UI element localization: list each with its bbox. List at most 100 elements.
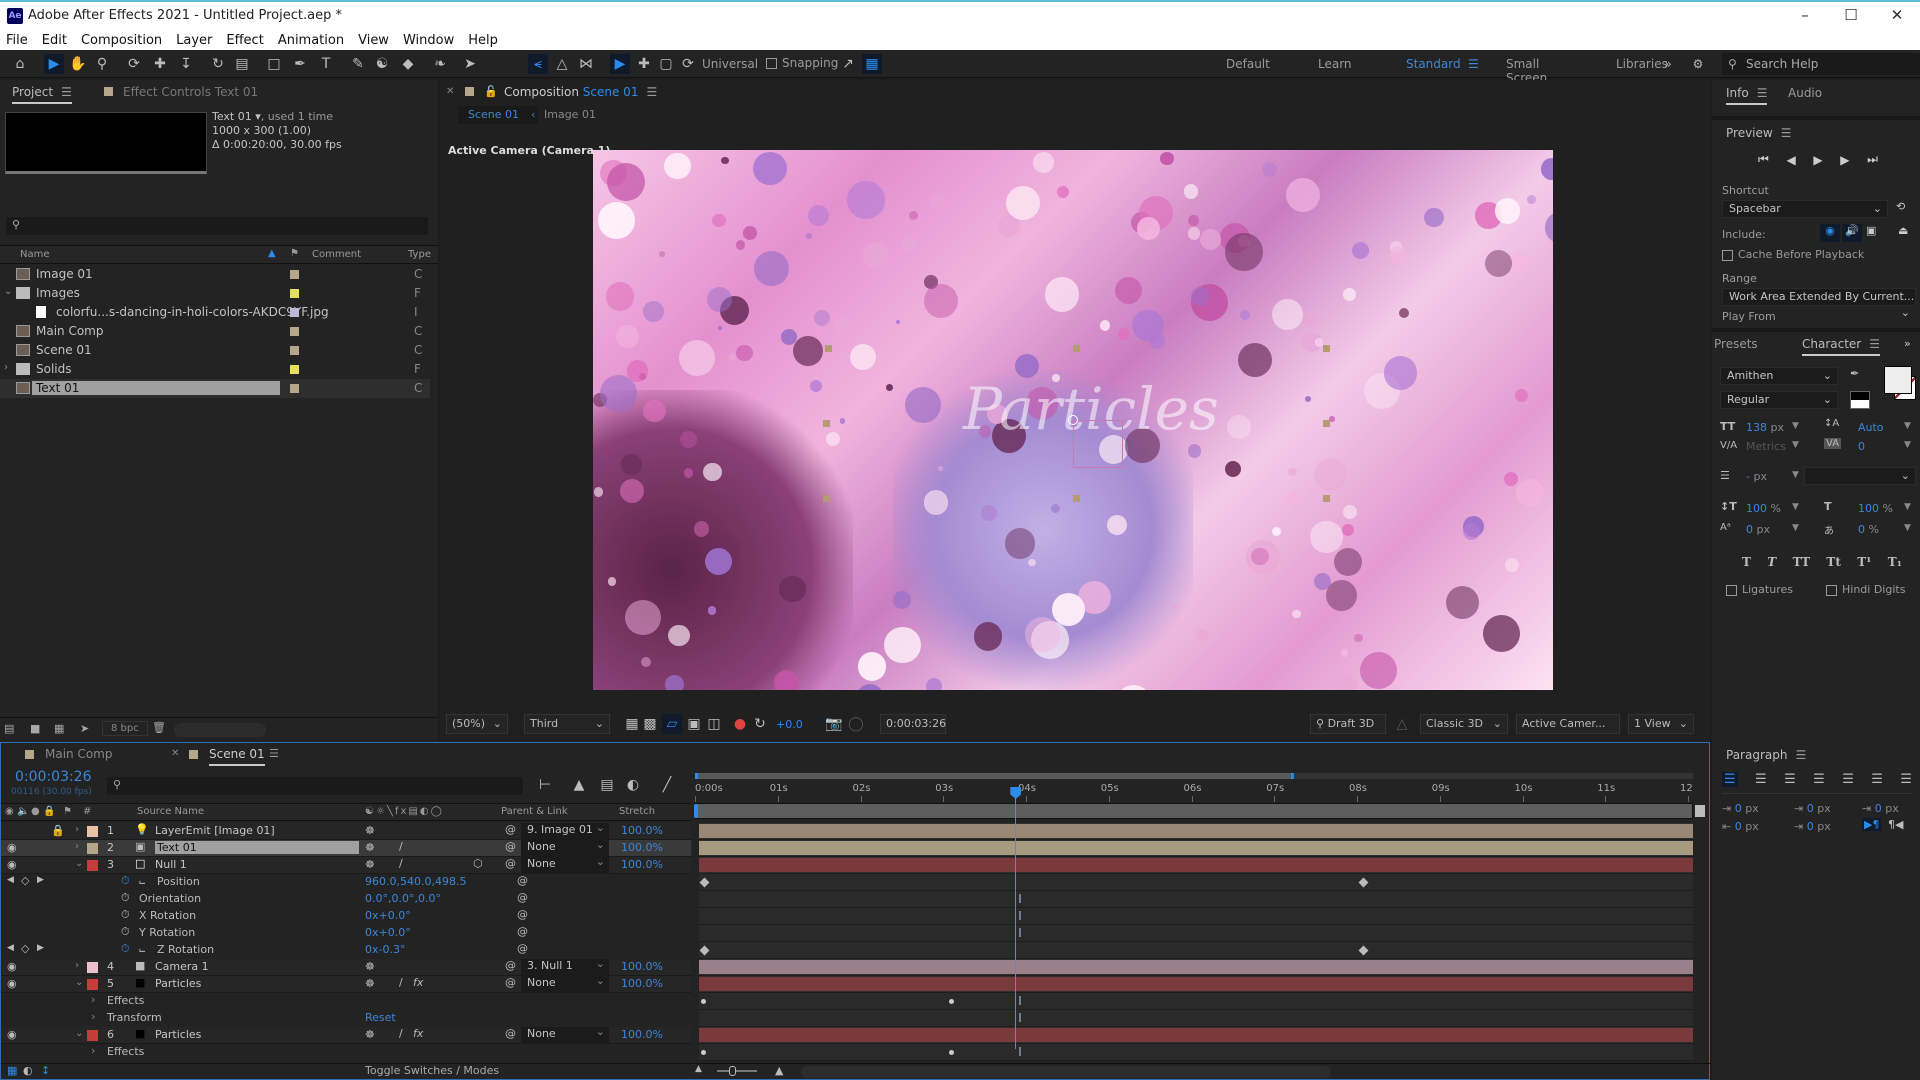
previous-frame-icon[interactable]: ◀ bbox=[1786, 153, 1795, 167]
label-swatch[interactable] bbox=[290, 384, 299, 393]
tab-info[interactable]: Info ☰ bbox=[1726, 86, 1768, 105]
menu-layer[interactable]: Layer bbox=[176, 33, 212, 48]
roto-brush-icon[interactable]: ❧ bbox=[430, 54, 450, 74]
font-size-dropdown-icon[interactable]: ▼ bbox=[1792, 421, 1799, 431]
kerning-value[interactable]: Metrics bbox=[1746, 440, 1786, 453]
stretch-column[interactable]: Stretch bbox=[619, 806, 655, 817]
timeline-zoom-slider[interactable] bbox=[717, 1066, 757, 1076]
chevron-right-icon[interactable]: › bbox=[4, 362, 8, 373]
in-out-pane-icon[interactable]: ↕ bbox=[41, 1064, 50, 1077]
font-style-button[interactable]: T bbox=[1767, 555, 1776, 569]
project-item[interactable]: › Solids F bbox=[0, 360, 430, 379]
universal-select-icon[interactable]: ▶ bbox=[610, 54, 630, 74]
last-frame-icon[interactable]: ⏭ bbox=[1867, 152, 1878, 167]
orbit-tool-icon[interactable]: ⟳ bbox=[124, 54, 144, 74]
breadcrumb-scene-01[interactable]: Scene 01 ‹ bbox=[458, 106, 538, 124]
snapping-checkbox[interactable] bbox=[766, 58, 777, 69]
project-item[interactable]: Text 01 C bbox=[0, 379, 430, 398]
tab-composition[interactable]: Composition Scene 01 ☰ bbox=[504, 85, 657, 99]
transform-handle[interactable] bbox=[823, 420, 830, 427]
keyframe-dot[interactable] bbox=[701, 1050, 706, 1055]
transform-handle[interactable] bbox=[1323, 345, 1330, 352]
composition-flowchart-icon[interactable]: ⊢ bbox=[535, 775, 555, 795]
tab-project[interactable]: Project ☰ bbox=[12, 85, 72, 104]
align-left-icon[interactable]: ☰ bbox=[1722, 772, 1738, 787]
more-workspaces-icon[interactable]: » bbox=[1658, 54, 1678, 74]
layer-duration-bar[interactable] bbox=[699, 977, 1693, 991]
font-family-dropdown[interactable]: Amithen ⌄ bbox=[1720, 367, 1838, 385]
minimize-button[interactable]: – bbox=[1790, 6, 1820, 28]
label-swatch[interactable] bbox=[290, 308, 299, 317]
align-right-icon[interactable]: ☰ bbox=[1784, 772, 1796, 787]
video-toggle-icon[interactable]: ◉ bbox=[5, 806, 14, 817]
horizontal-scale-value[interactable]: 100 % bbox=[1858, 502, 1893, 515]
stroke-width-dropdown-icon[interactable]: ▼ bbox=[1792, 470, 1799, 480]
tab-audio[interactable]: Audio bbox=[1788, 86, 1822, 100]
close-button[interactable]: ✕ bbox=[1882, 6, 1912, 28]
eyedropper-icon[interactable]: ✒ bbox=[1850, 367, 1859, 380]
time-navigator[interactable] bbox=[695, 773, 1693, 779]
anchor-tool-icon[interactable]: ▤ bbox=[232, 54, 252, 74]
resolution-dropdown[interactable]: Third ⌄ bbox=[524, 714, 610, 734]
exposure-value[interactable]: +0.0 bbox=[776, 718, 803, 731]
project-item[interactable]: Image 01 C bbox=[0, 265, 430, 284]
frame-blending-icon[interactable]: ▤ bbox=[597, 775, 617, 795]
timeline-scrollbar[interactable] bbox=[801, 1066, 1331, 1078]
indent-right[interactable]: ⇤ 0 px bbox=[1722, 820, 1759, 833]
more-panels-icon[interactable]: » bbox=[1904, 337, 1911, 350]
pen-tool-icon[interactable]: ✒ bbox=[290, 54, 310, 74]
local-axis-icon[interactable]: ⪪ bbox=[528, 54, 548, 74]
workspace-standard[interactable]: Standard bbox=[1406, 57, 1461, 71]
align-center-icon[interactable]: ☰ bbox=[1755, 772, 1767, 787]
baseline-shift-dropdown-icon[interactable]: ▼ bbox=[1792, 523, 1799, 533]
font-style-button[interactable]: T₁ bbox=[1888, 555, 1902, 569]
breadcrumb-image-01[interactable]: Image 01 bbox=[544, 108, 596, 121]
region-of-interest-icon[interactable]: ▣ bbox=[684, 714, 704, 734]
keyframe-dot[interactable] bbox=[701, 999, 706, 1004]
comp-marker-bin[interactable] bbox=[1695, 805, 1705, 817]
layer-bounding-box[interactable] bbox=[1073, 420, 1123, 468]
snapping-options-icon[interactable]: ↗ bbox=[838, 54, 858, 74]
snapping-toggle[interactable]: Snapping bbox=[766, 56, 838, 70]
bit-depth-button[interactable]: 8 bpc bbox=[102, 721, 148, 736]
fill-color-swatch[interactable] bbox=[1884, 366, 1912, 394]
work-area-start-handle[interactable] bbox=[694, 804, 698, 818]
range-dropdown[interactable]: Work Area Extended By Current... ⌄ bbox=[1722, 288, 1916, 319]
hindi-digits-checkbox[interactable] bbox=[1826, 584, 1837, 596]
panel-menu-icon[interactable]: ☰ bbox=[646, 85, 657, 99]
menu-animation[interactable]: Animation bbox=[278, 33, 344, 48]
home-icon[interactable]: ⌂ bbox=[10, 54, 30, 74]
menu-composition[interactable]: Composition bbox=[81, 33, 162, 48]
menu-file[interactable]: File bbox=[6, 33, 28, 48]
world-axis-icon[interactable]: △ bbox=[552, 54, 572, 74]
panel-menu-icon[interactable]: ☰ bbox=[1869, 337, 1880, 351]
indent-left[interactable]: ⇥ 0 px bbox=[1722, 802, 1759, 815]
layer-duration-bar[interactable] bbox=[699, 824, 1693, 838]
transform-handle[interactable] bbox=[1323, 420, 1330, 427]
column-comment[interactable]: Comment bbox=[312, 249, 361, 260]
menu-edit[interactable]: Edit bbox=[42, 33, 67, 48]
renderer-dropdown[interactable]: Classic 3D ⌄ bbox=[1420, 714, 1508, 734]
swap-black-white-icon[interactable] bbox=[1850, 391, 1870, 409]
column-name[interactable]: Name bbox=[20, 249, 50, 260]
keyframe[interactable] bbox=[699, 945, 710, 956]
grid-guides-icon[interactable]: ◫ bbox=[704, 714, 724, 734]
keyframe[interactable] bbox=[1358, 945, 1369, 956]
fast-previews-icon[interactable]: ▦ bbox=[622, 714, 642, 734]
baseline-shift-value[interactable]: 0 px bbox=[1746, 523, 1770, 536]
universal-rotate-icon[interactable]: ⟳ bbox=[678, 54, 698, 74]
graph-editor-icon[interactable]: ╱ bbox=[657, 775, 677, 795]
play-icon[interactable]: ▶ bbox=[1813, 153, 1822, 167]
menu-help[interactable]: Help bbox=[468, 33, 498, 48]
ligatures-option[interactable]: Ligatures bbox=[1726, 583, 1793, 596]
horizontal-scale-dropdown-icon[interactable]: ▼ bbox=[1904, 502, 1911, 512]
pan-tool-icon[interactable]: ✚ bbox=[150, 54, 170, 74]
zoom-dropdown[interactable]: (50%) ⌄ bbox=[446, 714, 508, 734]
layer-duration-bar[interactable] bbox=[699, 841, 1693, 855]
interpret-footage-icon[interactable]: ▤ bbox=[4, 722, 14, 735]
justify-center-icon[interactable]: ☰ bbox=[1842, 772, 1854, 787]
tab-character[interactable]: Character ☰ bbox=[1802, 337, 1881, 356]
font-style-button[interactable]: Tt bbox=[1826, 555, 1840, 569]
composition-viewer[interactable]: Particles bbox=[593, 150, 1553, 690]
show-snapshot-icon[interactable]: ◯ bbox=[846, 714, 866, 734]
